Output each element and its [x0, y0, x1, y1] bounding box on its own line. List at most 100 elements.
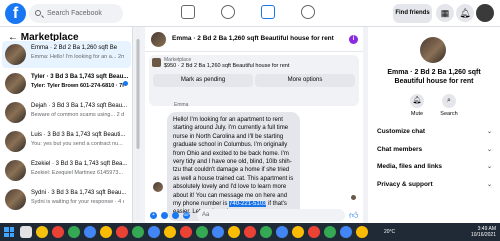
chrome-icon[interactable] [292, 226, 304, 238]
windows-taskbar: 20°C 3:49 AM 10/16/2021 [0, 223, 500, 241]
avatar [5, 131, 26, 152]
message-text: Hello! I'm looking for an apartment to r… [173, 117, 294, 208]
avatar[interactable] [151, 32, 166, 47]
groups-icon[interactable] [301, 5, 315, 19]
thumbs-up-icon[interactable]: 👍︎ [349, 210, 358, 221]
media-files-links-row[interactable]: Media, files and links ⌄ [377, 163, 492, 170]
mute-icon[interactable]: 🔔︎ [410, 94, 424, 108]
chrome-icon[interactable] [116, 226, 128, 238]
account-icon[interactable] [476, 4, 494, 22]
search-icon[interactable]: ⌕ [442, 94, 456, 108]
conversation-item[interactable]: Emma · 2 Bd 2 Ba 1,260 sqft Be Emma: Hel… [2, 41, 131, 68]
chrome-icon[interactable] [164, 226, 176, 238]
info-icon[interactable]: i [349, 35, 358, 44]
avatar [5, 44, 26, 65]
chevron-down-icon: ⌄ [486, 129, 492, 135]
highlighted-phone: 740-221-5103 [229, 201, 267, 208]
avatar [5, 73, 26, 94]
customize-chat-row[interactable]: Customize chat ⌄ [377, 128, 492, 135]
search-label: Search [440, 111, 458, 117]
sender-name: Emma [174, 102, 189, 108]
chrome-icon[interactable] [308, 226, 320, 238]
chrome-icon[interactable] [196, 226, 208, 238]
weather-text[interactable]: 20°C [384, 229, 395, 235]
conversation-preview: Sydni is waiting for your response · 4 d [31, 199, 124, 205]
top-navigation-bar: f Search Facebook Find friends ▦ 🔔︎ [0, 0, 500, 27]
scrollbar[interactable] [136, 29, 140, 220]
chat-panel: Emma · 2 Bd 2 Ba 1,260 sqft Beautiful ho… [145, 27, 363, 223]
notifications-icon[interactable]: 🔔︎ [456, 4, 474, 22]
message-composer: + GIF Aa 👍︎ [145, 208, 363, 223]
chrome-icon[interactable] [228, 226, 240, 238]
conversation-item[interactable]: Tyler · 3 Bd 3 Ba 1,743 sqft Beau... Tyl… [2, 70, 131, 97]
listing-title[interactable]: $950 · 2 Bd 2 Ba 1,260 sqft Beautiful ho… [164, 63, 289, 69]
marketplace-icon[interactable] [261, 5, 275, 19]
chrome-icon[interactable] [148, 226, 160, 238]
chrome-icon[interactable] [36, 226, 48, 238]
chrome-icon[interactable] [244, 226, 256, 238]
image-icon[interactable] [161, 212, 168, 219]
marketplace-listing-card: Marketplace $950 · 2 Bd 2 Ba 1,260 sqft … [149, 55, 359, 106]
search-icon[interactable] [20, 226, 32, 238]
gif-icon[interactable]: GIF [183, 212, 190, 219]
row-label: Chat members [377, 146, 423, 153]
chat-header: Emma · 2 Bd 2 Ba 1,260 sqft Beautiful ho… [145, 27, 363, 52]
chrome-icon[interactable] [340, 226, 352, 238]
clock[interactable]: 3:49 AM 10/16/2021 [462, 226, 496, 238]
chevron-down-icon: ⌄ [486, 182, 492, 188]
watch-icon[interactable] [221, 5, 235, 19]
chrome-icon[interactable] [52, 226, 64, 238]
chevron-down-icon: ⌄ [486, 164, 492, 170]
conversation-item[interactable]: Luis · 3 Bd 3 Ba 1,743 sqft Beauti... Yo… [2, 128, 131, 155]
mark-as-pending-button[interactable]: Mark as pending [153, 74, 253, 87]
conversation-preview: Beware of common scams using... 2 d [31, 112, 124, 118]
avatar [5, 160, 26, 181]
chrome-icon[interactable] [180, 226, 192, 238]
conversation-preview: Ezekiel: Ezequiel Martinez 6145973... 2 … [31, 170, 124, 176]
home-icon[interactable] [181, 5, 195, 19]
windows-start-icon[interactable] [4, 227, 14, 237]
chrome-icon[interactable] [132, 226, 144, 238]
row-label: Privacy & support [377, 181, 433, 188]
conversation-preview: Emma: Hello! I'm looking for an a... 2m [31, 54, 124, 60]
sticker-icon[interactable] [172, 212, 179, 219]
more-options-button[interactable]: More options [255, 74, 355, 87]
listing-thumbnail[interactable] [152, 58, 161, 67]
privacy-support-row[interactable]: Privacy & support ⌄ [377, 181, 492, 188]
conversation-item[interactable]: Ezekiel · 3 Bd 3 Ba 1,743 sqft Bea... Ez… [2, 157, 131, 184]
chrome-icon[interactable] [356, 226, 368, 238]
chrome-icon[interactable] [100, 226, 112, 238]
mute-label: Mute [410, 111, 424, 117]
message-bubble: Hello! I'm looking for an apartment to r… [167, 112, 300, 221]
search-placeholder: Search Facebook [47, 10, 102, 17]
conversation-title: Luis · 3 Bd 3 Ba 1,743 sqft Beauti... [31, 132, 126, 138]
row-label: Media, files and links [377, 163, 443, 170]
conversation-title: Emma · 2 Bd 2 Ba 1,260 sqft Be [31, 45, 118, 51]
facebook-logo[interactable]: f [5, 3, 26, 24]
conversation-info-panel: Emma · 2 Bd 2 Ba 1,260 sqft Beautiful ho… [368, 27, 500, 223]
message-input[interactable]: Aa [197, 209, 345, 222]
chrome-icon[interactable] [260, 226, 272, 238]
seen-indicator [351, 195, 356, 200]
chrome-icon[interactable] [68, 226, 80, 238]
plus-icon[interactable]: + [150, 212, 157, 219]
menu-grid-icon[interactable]: ▦ [436, 4, 454, 22]
chrome-icon[interactable] [84, 226, 96, 238]
chat-members-row[interactable]: Chat members ⌄ [377, 146, 492, 153]
date-text: 10/16/2021 [470, 232, 496, 238]
chat-title[interactable]: Emma · 2 Bd 2 Ba 1,260 sqft Beautiful ho… [172, 35, 334, 42]
conversation-title: Emma · 2 Bd 2 Ba 1,260 sqft Beautiful ho… [387, 69, 481, 85]
avatar[interactable] [420, 37, 446, 63]
avatar [5, 102, 26, 123]
chrome-icon[interactable] [212, 226, 224, 238]
search-input[interactable]: Search Facebook [29, 4, 123, 23]
conversation-item[interactable]: Dejah · 3 Bd 3 Ba 1,743 sqft Beau... Bew… [2, 99, 131, 126]
chrome-icon[interactable] [324, 226, 336, 238]
marketplace-sidebar: ← Marketplace Emma · 2 Bd 2 Ba 1,260 sqf… [0, 27, 133, 223]
avatar [153, 182, 163, 192]
chrome-icon[interactable] [276, 226, 288, 238]
conversation-preview: You: yes but you send a contract nu... 2… [31, 141, 124, 147]
conversation-item[interactable]: Sydni · 3 Bd 3 Ba 1,743 sqft Beau... Syd… [2, 186, 131, 213]
find-friends-button[interactable]: Find friends [393, 4, 432, 23]
conversation-preview: Tyler: Tyler Brown 601-274-6810 · 7h [31, 83, 124, 89]
